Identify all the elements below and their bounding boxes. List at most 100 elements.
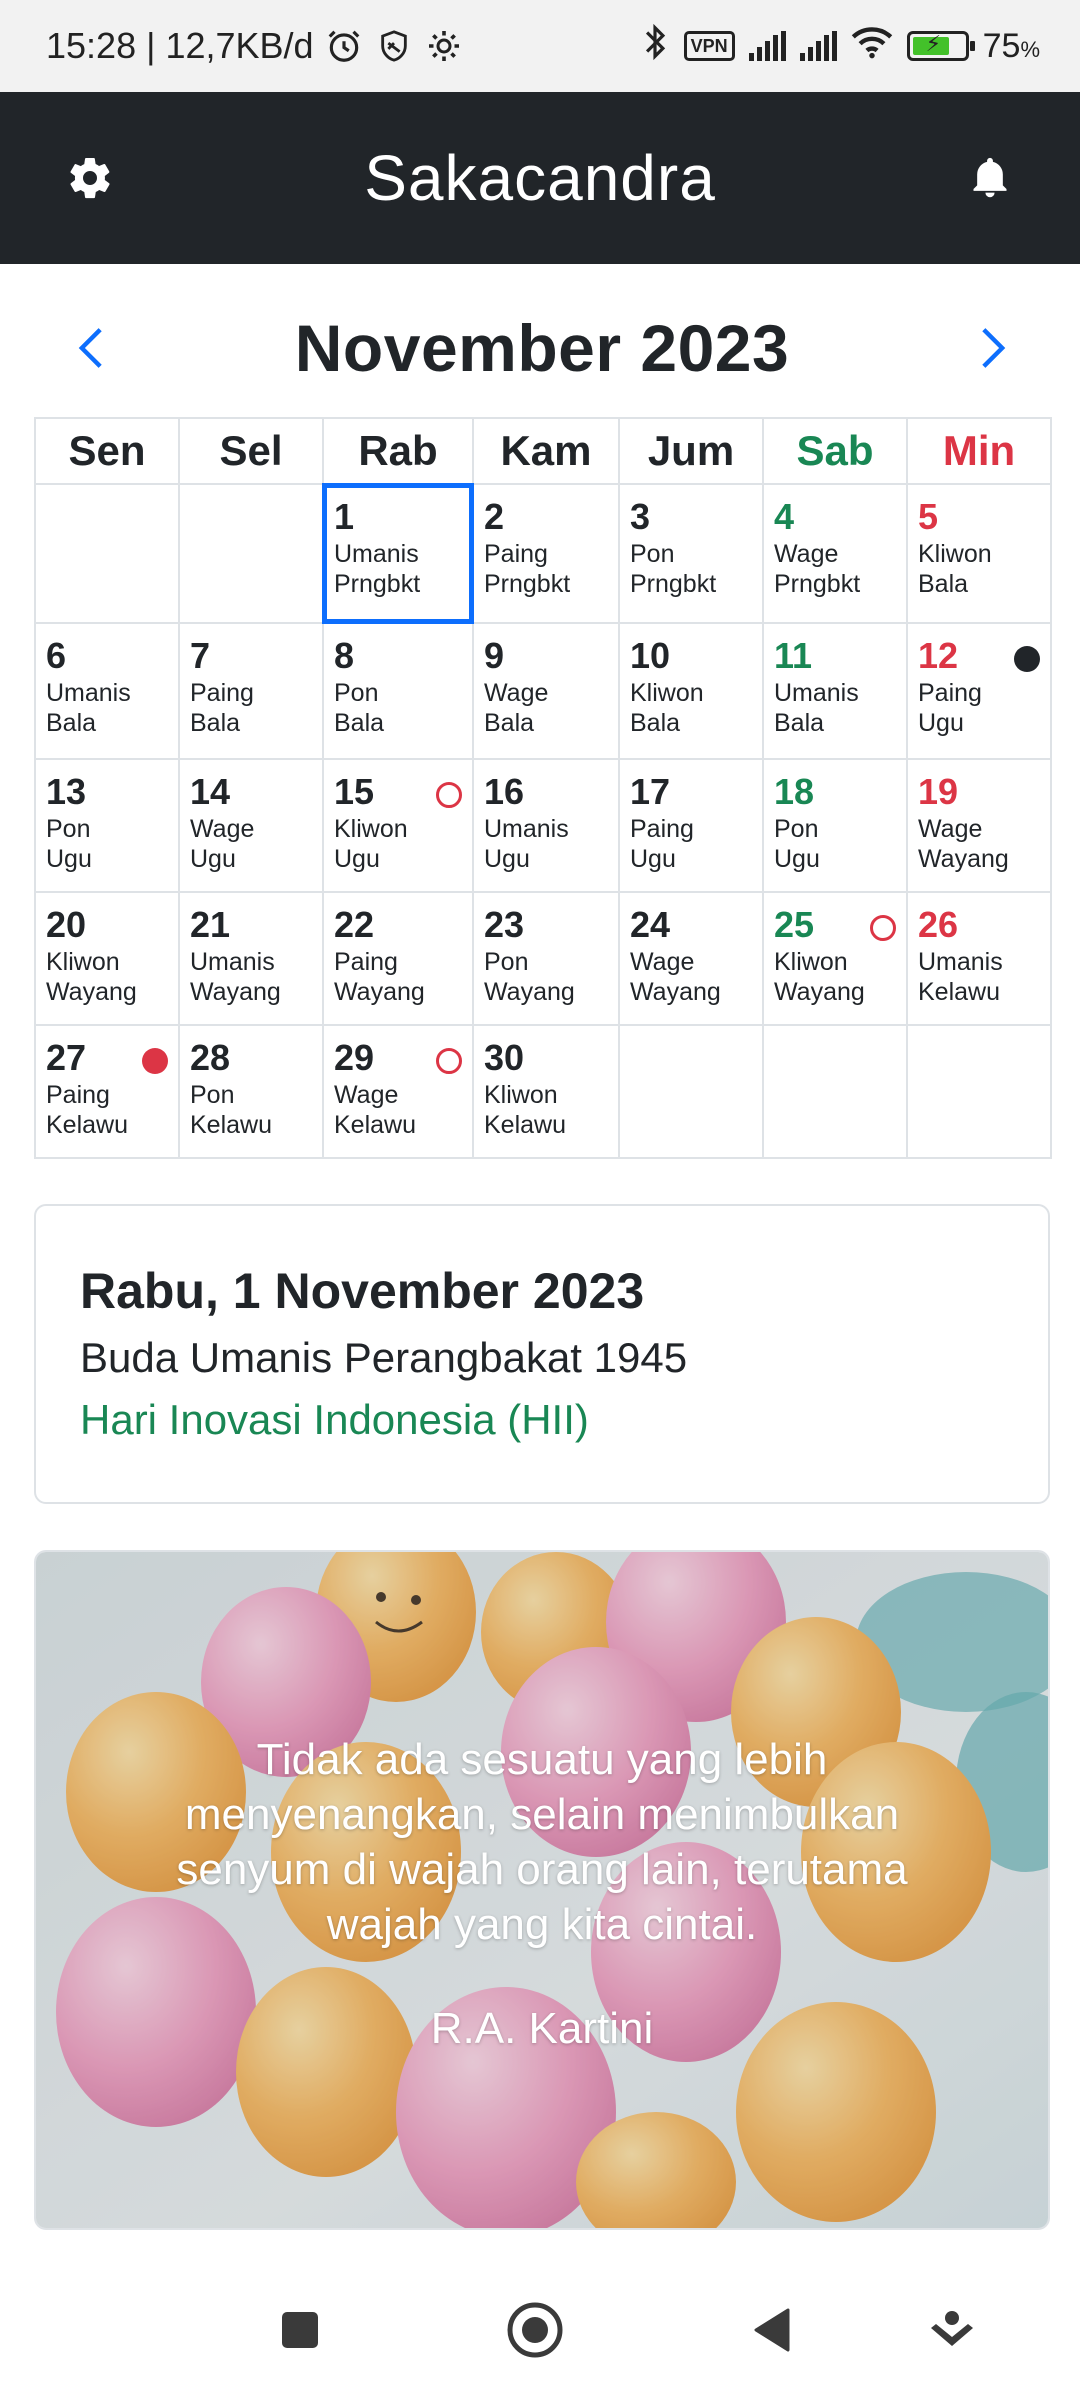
system-navigation-bar (0, 2260, 1080, 2400)
notifications-button[interactable] (960, 148, 1020, 208)
weekday-header-kam: Kam (472, 417, 620, 485)
holiday-label: Hari Inovasi Indonesia (HII) (80, 1396, 589, 1443)
day-wuku: Bala (46, 709, 97, 737)
calendar-day-9[interactable]: 9 Wage Bala (472, 622, 620, 760)
calendar-empty-cell (618, 1024, 764, 1159)
day-wuku: Prngbkt (630, 570, 717, 598)
day-pasaran: Umanis (918, 948, 1003, 976)
calendar-empty-cell (34, 483, 180, 624)
calendar-day-13[interactable]: 13 Pon Ugu (34, 758, 180, 893)
day-number: 28 (190, 1037, 231, 1078)
day-wuku: Bala (190, 709, 241, 737)
calendar-day-2[interactable]: 2 Paing Prngbkt (472, 483, 620, 624)
quote-card: Tidak ada sesuatu yang lebih menyenangka… (34, 1550, 1050, 2230)
quote-author: R.A. Kartini (430, 2004, 654, 2053)
calendar-day-28[interactable]: 28 Pon Kelawu (178, 1024, 324, 1159)
day-wuku: Bala (484, 709, 535, 737)
day-wuku: Wayang (190, 978, 281, 1006)
calendar-day-24[interactable]: 24 Wage Wayang (618, 891, 764, 1026)
day-number: 16 (484, 771, 525, 812)
day-number: 6 (46, 635, 67, 676)
calendar-day-4[interactable]: 4 Wage Prngbkt (762, 483, 908, 624)
chevron-left-icon (78, 328, 102, 368)
calendar-day-3[interactable]: 3 Pon Prngbkt (618, 483, 764, 624)
calendar-day-22[interactable]: 22 Paing Wayang (322, 891, 474, 1026)
day-pasaran: Kliwon (46, 948, 120, 976)
next-month-button[interactable] (968, 318, 1018, 378)
calendar-day-18[interactable]: 18 Pon Ugu (762, 758, 908, 893)
calendar-day-5[interactable]: 5 Kliwon Bala (906, 483, 1052, 624)
calendar-day-1[interactable]: 1 Umanis Prngbkt (322, 483, 474, 624)
day-wuku: Ugu (630, 845, 676, 873)
gear-icon (424, 26, 464, 66)
day-wuku: Ugu (46, 845, 92, 873)
day-number: 18 (774, 771, 815, 812)
calendar-day-29[interactable]: 29 Wage Kelawu (322, 1024, 474, 1159)
calendar-week-row: 27 Paing Kelawu 28 Pon Kelawu 29 Wage Kelawu 30 Kl… (34, 1024, 1052, 1159)
status-right: VPN ⚡ 75% (640, 23, 1040, 70)
moon-phase-icon (436, 1048, 462, 1074)
calendar-empty-cell (762, 1024, 908, 1159)
calendar-day-15[interactable]: 15 Kliwon Ugu (322, 758, 474, 893)
quote-text: Tidak ada sesuatu yang lebih menyenangka… (176, 1735, 908, 1949)
wifi-icon (851, 25, 893, 68)
day-wuku: Ugu (918, 709, 964, 737)
calendar-day-7[interactable]: 7 Paing Bala (178, 622, 324, 760)
battery-level: 75% (982, 26, 1040, 65)
gear-icon (70, 157, 110, 199)
calendar-day-27[interactable]: 27 Paing Kelawu (34, 1024, 180, 1159)
back-button[interactable] (737, 2295, 807, 2365)
day-wuku: Ugu (484, 845, 530, 873)
recents-button[interactable] (265, 2295, 335, 2365)
calendar-empty-cell (906, 1024, 1052, 1159)
assistant-button[interactable] (917, 2295, 987, 2365)
day-wuku: Wayang (46, 978, 137, 1006)
day-pasaran: Umanis (484, 815, 569, 843)
shield-icon (374, 26, 414, 66)
day-number: 9 (484, 635, 505, 676)
day-wuku: Kelawu (484, 1111, 566, 1139)
weekday-header-min: Min (906, 417, 1052, 485)
calendar-day-14[interactable]: 14 Wage Ugu (178, 758, 324, 893)
calendar-day-8[interactable]: 8 Pon Bala (322, 622, 474, 760)
calendar-day-23[interactable]: 23 Pon Wayang (472, 891, 620, 1026)
day-wuku: Bala (630, 709, 681, 737)
home-button[interactable] (500, 2295, 570, 2365)
calendar-day-26[interactable]: 26 Umanis Kelawu (906, 891, 1052, 1026)
day-number: 20 (46, 904, 87, 945)
day-wuku: Kelawu (46, 1111, 128, 1139)
calendar-week-row: 1 Umanis Prngbkt 2 Paing Prngbkt 3 Pon Prngbkt 4 W… (34, 483, 1052, 624)
calendar-day-19[interactable]: 19 Wage Wayang (906, 758, 1052, 893)
day-number: 4 (774, 496, 795, 537)
recents-square-icon (282, 2312, 318, 2348)
day-wuku: Bala (774, 709, 825, 737)
calendar-day-6[interactable]: 6 Umanis Bala (34, 622, 180, 760)
weekday-header-sel: Sel (178, 417, 324, 485)
calendar-body: 1 Umanis Prngbkt 2 Paing Prngbkt 3 Pon Prngbkt 4 W… (34, 483, 1052, 1159)
calendar-day-30[interactable]: 30 Kliwon Kelawu (472, 1024, 620, 1159)
calendar-day-10[interactable]: 10 Kliwon Bala (618, 622, 764, 760)
settings-button[interactable] (60, 148, 120, 208)
previous-month-button[interactable] (66, 318, 116, 378)
day-number: 22 (334, 904, 375, 945)
moon-phase-icon (870, 915, 896, 941)
moon-phase-icon (142, 1048, 168, 1074)
day-wuku: Wayang (334, 978, 425, 1006)
calendar-day-11[interactable]: 11 Umanis Bala (762, 622, 908, 760)
day-wuku: Ugu (334, 845, 380, 873)
day-pasaran: Kliwon (774, 948, 848, 976)
day-number: 10 (630, 635, 671, 676)
calendar-day-16[interactable]: 16 Umanis Ugu (472, 758, 620, 893)
calendar-day-12[interactable]: 12 Paing Ugu (906, 622, 1052, 760)
status-time-speed: 15:28 | 12,7KB/d (46, 25, 314, 66)
bell-icon (973, 157, 1007, 198)
calendar-day-20[interactable]: 20 Kliwon Wayang (34, 891, 180, 1026)
day-pasaran: Pon (630, 540, 675, 568)
calendar-day-21[interactable]: 21 Umanis Wayang (178, 891, 324, 1026)
calendar-week-row: 20 Kliwon Wayang 21 Umanis Wayang 22 Paing Wayan… (34, 891, 1052, 1026)
calendar-day-17[interactable]: 17 Paing Ugu (618, 758, 764, 893)
calendar-day-25[interactable]: 25 Kliwon Wayang (762, 891, 908, 1026)
assistant-icon (931, 2311, 973, 2346)
day-number: 8 (334, 635, 355, 676)
day-number: 21 (190, 904, 231, 945)
